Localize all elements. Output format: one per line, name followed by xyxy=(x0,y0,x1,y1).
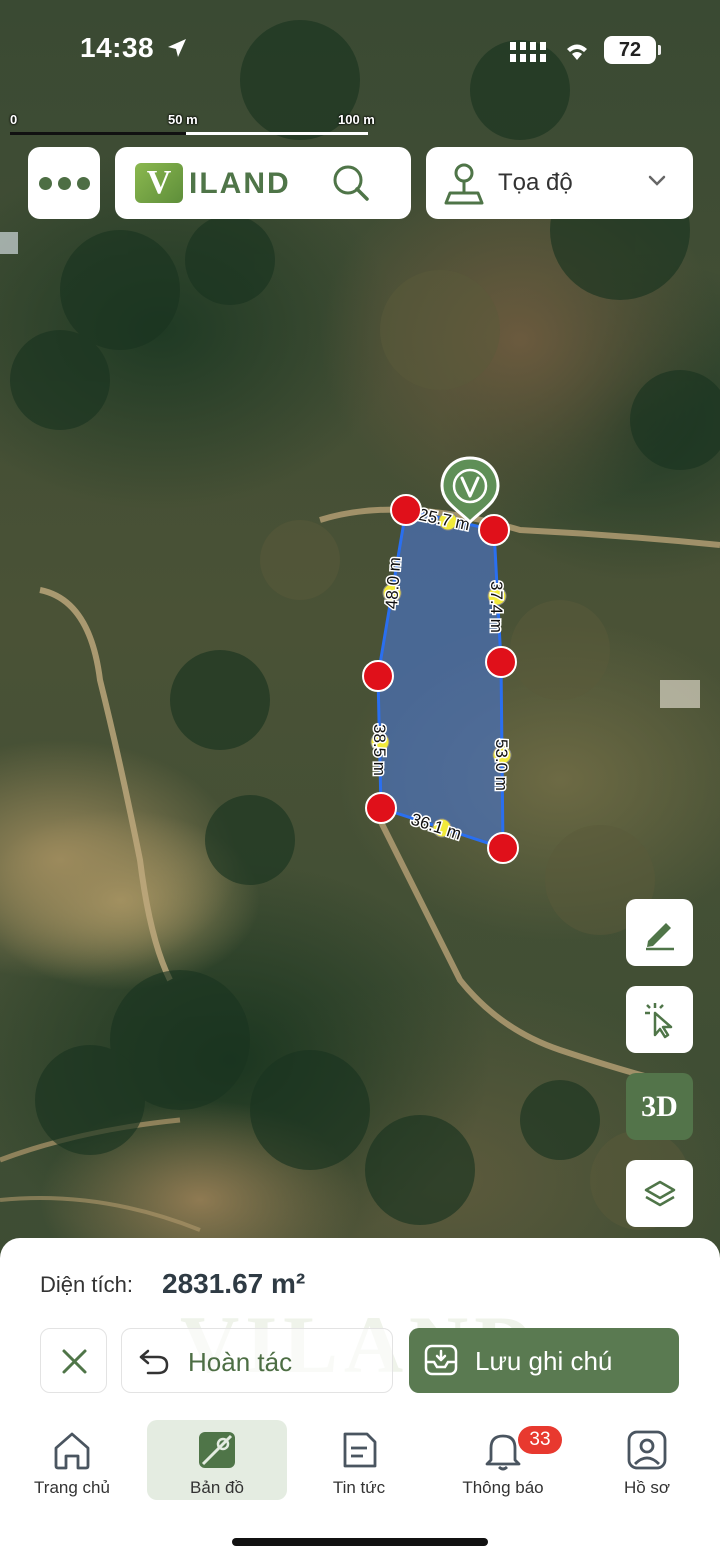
close-icon xyxy=(62,1349,87,1374)
area-label: Diện tích: xyxy=(40,1272,133,1297)
layers-button[interactable] xyxy=(626,1160,693,1227)
parcel-vertex-handle[interactable] xyxy=(487,832,519,864)
cancel-button[interactable] xyxy=(40,1328,107,1393)
tab-map-label: Bản đồ xyxy=(190,1478,244,1497)
layers-icon xyxy=(644,1180,675,1206)
tab-home[interactable]: Trang chủ xyxy=(2,1420,142,1500)
home-indicator xyxy=(232,1538,488,1546)
inbox-download-icon xyxy=(424,1344,458,1376)
tab-home-label: Trang chủ xyxy=(34,1478,110,1497)
bottom-tab-bar: Trang chủ Bản đồ Tin tức Thông báo 33 Hồ xyxy=(0,1420,720,1510)
area-value: 2831.67 m² xyxy=(162,1268,306,1299)
area-bottom-sheet: VILAND Diện tích: 2831.67 m² Hoàn tác Lư… xyxy=(0,1238,720,1560)
cursor-click-icon xyxy=(644,1002,672,1038)
save-note-button[interactable]: Lưu ghi chú xyxy=(409,1328,679,1393)
undo-button[interactable]: Hoàn tác xyxy=(121,1328,393,1393)
news-icon xyxy=(343,1432,377,1468)
notification-count-badge: 33 xyxy=(518,1426,562,1454)
tab-profile-label: Hồ sơ xyxy=(623,1478,671,1497)
save-note-label: Lưu ghi chú xyxy=(475,1346,613,1376)
edge-length-label: 38.5 m xyxy=(370,724,389,776)
edit-draw-button[interactable] xyxy=(626,899,693,966)
tab-news-label: Tin tức xyxy=(332,1478,386,1497)
home-icon xyxy=(54,1432,90,1470)
tab-news[interactable]: Tin tức xyxy=(289,1420,429,1500)
tab-map[interactable]: Bản đồ xyxy=(147,1420,287,1500)
tab-profile[interactable]: Hồ sơ xyxy=(577,1420,717,1500)
parcel-vertex-handle[interactable] xyxy=(478,514,510,546)
select-point-button[interactable] xyxy=(626,986,693,1053)
map-icon xyxy=(199,1432,235,1468)
edge-length-label: 37.4 m xyxy=(487,581,506,633)
parcel-vertex-handle[interactable] xyxy=(485,646,517,678)
edge-length-label: 53.0 m xyxy=(492,739,511,791)
pencil-icon xyxy=(645,922,674,950)
undo-icon xyxy=(139,1349,169,1375)
tab-notifications-label: Thông báo xyxy=(462,1478,544,1497)
profile-icon xyxy=(627,1430,667,1470)
undo-label: Hoàn tác xyxy=(188,1347,293,1377)
parcel-vertex-handle[interactable] xyxy=(365,792,397,824)
toggle-3d-button[interactable]: 3D xyxy=(626,1073,693,1140)
parcel-vertex-handle[interactable] xyxy=(362,660,394,692)
parcel-vertex-handle[interactable] xyxy=(390,494,422,526)
edge-length-label: 48.0 m xyxy=(382,556,405,609)
